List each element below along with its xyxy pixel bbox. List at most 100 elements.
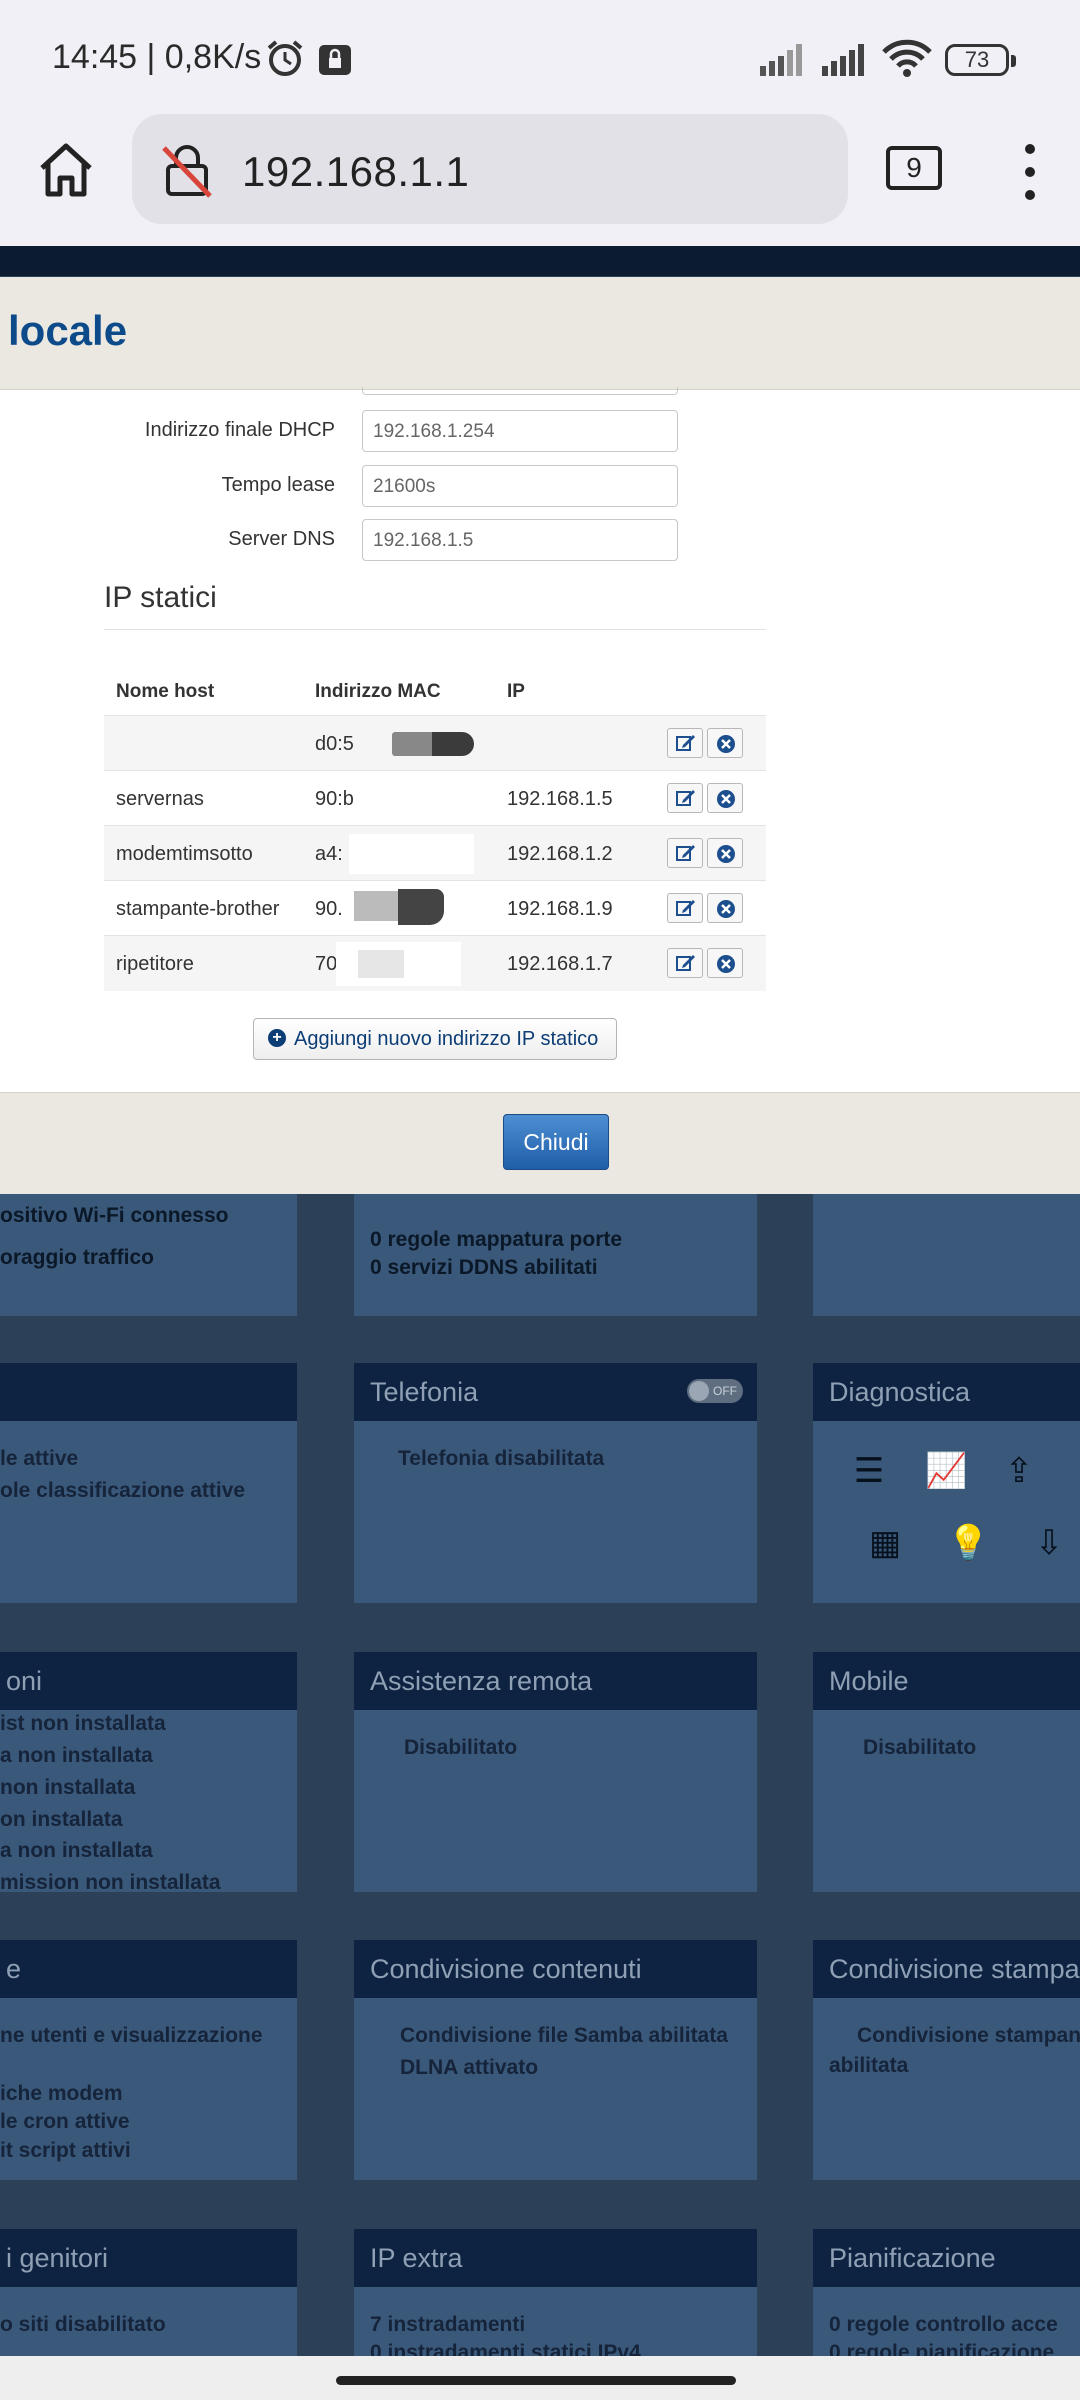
card-line: on installata xyxy=(0,1808,123,1831)
card-line: Condivisione stampant xyxy=(857,2024,1080,2047)
card-line: ositivo Wi-Fi connesso xyxy=(0,1204,229,1227)
cell-host: modemtimsotto xyxy=(116,843,253,865)
edit-button[interactable] xyxy=(667,893,703,923)
lease-time-label: Tempo lease xyxy=(221,474,335,496)
close-icon xyxy=(717,955,735,973)
list-icon: ☰ xyxy=(853,1452,885,1490)
card-gestione: e ne utenti e visualizzazione iche modem… xyxy=(0,1940,297,2180)
cell-mac: a4: xyxy=(315,843,343,865)
lease-time-input[interactable]: 21600s xyxy=(362,465,678,507)
cell-mac: 90:b xyxy=(315,788,354,810)
card-header: Condivisione stampan xyxy=(813,1940,1080,1998)
card-applicazioni: oni ist non installata a non installata … xyxy=(0,1652,297,1894)
lightbulb-icon: 💡 xyxy=(947,1524,990,1562)
card-ip-extra: IP extra 7 instradamenti 0 instradamenti… xyxy=(354,2229,757,2356)
card-line: oraggio traffico xyxy=(0,1246,155,1269)
add-static-ip-button[interactable]: + Aggiungi nuovo indirizzo IP statico xyxy=(253,1018,617,1060)
edit-button[interactable] xyxy=(667,728,703,758)
delete-button[interactable] xyxy=(707,838,743,868)
section-divider xyxy=(104,629,766,630)
edit-icon xyxy=(676,900,695,916)
cell-mac: 90. xyxy=(315,898,343,920)
download-icon: ⇩ xyxy=(1034,1524,1064,1562)
card-mobile: Mobile Disabilitato xyxy=(813,1652,1080,1892)
signal-icon xyxy=(822,44,864,76)
card-line: ole classificazione attive xyxy=(0,1479,246,1502)
card-line: 0 servizi DDNS abilitati xyxy=(370,1256,598,1279)
url-text[interactable]: 192.168.1.1 xyxy=(242,148,469,196)
table-row: stampante-brother 90. 192.168.1.9 xyxy=(104,880,766,936)
edit-button[interactable] xyxy=(667,948,703,978)
card-header: Mobile xyxy=(813,1652,1080,1710)
card-pianificazione: Pianificazione 0 regole controllo acce 0… xyxy=(813,2229,1080,2356)
close-icon xyxy=(717,900,735,918)
dns-server-input[interactable]: 192.168.1.5 xyxy=(362,519,678,561)
card-condivisione-contenuti: Condivisione contenuti Condivisione file… xyxy=(354,1940,757,2180)
edit-icon xyxy=(676,845,695,861)
redaction-mask xyxy=(354,885,474,931)
delete-button[interactable] xyxy=(707,893,743,923)
card-controllo-genitori: i genitori o siti disabilitato xyxy=(0,2229,297,2356)
cell-host: ripetitore xyxy=(116,953,194,975)
card-line: abilitata xyxy=(829,2054,909,2077)
card-line: Telefonia disabilitata xyxy=(398,1447,605,1470)
card-line: 0 regole pianificazione xyxy=(829,2341,1055,2356)
card-line: a non installata xyxy=(0,1744,153,1767)
home-icon[interactable] xyxy=(36,140,96,200)
card-header: Pianificazione xyxy=(813,2229,1080,2287)
card-line: mission non installata xyxy=(0,1871,221,1894)
status-bar: 14:45 | 0,8K/s 73 xyxy=(0,0,1080,110)
card-line: 0 instradamenti statici IPv4 xyxy=(370,2341,641,2356)
edit-button[interactable] xyxy=(667,838,703,868)
card-line: o siti disabilitato xyxy=(0,2313,166,2336)
field-row: Indirizzo finale DHCP 192.168.1.254 xyxy=(0,410,700,452)
delete-button[interactable] xyxy=(707,948,743,978)
card-line: 0 regole controllo acce xyxy=(829,2313,1058,2336)
insecure-lock-icon[interactable] xyxy=(160,144,214,198)
edit-icon xyxy=(676,735,695,751)
card-line: iche modem xyxy=(0,2082,123,2105)
field-row: Server DNS 192.168.1.5 xyxy=(0,519,700,561)
modal-dialog: locale Indirizzo finale DHCP 192.168.1.2… xyxy=(0,277,1080,1194)
home-gesture-handle[interactable] xyxy=(336,2376,736,2385)
lock-icon xyxy=(319,45,351,75)
close-icon xyxy=(717,845,735,863)
edit-icon xyxy=(676,955,695,971)
card-line: ne utenti e visualizzazione xyxy=(0,2024,263,2047)
card-telefonia: Telefonia OFF Telefonia disabilitata xyxy=(354,1363,757,1603)
redaction-mask xyxy=(336,942,461,986)
delete-button[interactable] xyxy=(707,783,743,813)
dhcp-end-label: Indirizzo finale DHCP xyxy=(144,419,335,441)
table-header-host: Nome host xyxy=(116,681,215,702)
signal-icon xyxy=(760,44,802,76)
redaction-mask xyxy=(349,834,474,874)
table-header-mac: Indirizzo MAC xyxy=(315,681,441,702)
delete-button[interactable] xyxy=(707,728,743,758)
table-row: servernas 90:b 192.168.1.5 xyxy=(104,770,766,826)
card-header: i genitori xyxy=(0,2229,297,2287)
plus-circle-icon: + xyxy=(268,1029,286,1047)
close-button[interactable]: Chiudi xyxy=(503,1114,609,1170)
dhcp-start-input[interactable] xyxy=(362,387,678,395)
cell-ip: 192.168.1.2 xyxy=(507,843,613,865)
cell-host: servernas xyxy=(116,788,204,810)
card-header: Diagnostica xyxy=(813,1363,1080,1421)
dhcp-end-input[interactable]: 192.168.1.254 xyxy=(362,410,678,452)
card-condivisione-stampanti: Condivisione stampan Condivisione stampa… xyxy=(813,1940,1080,2180)
card-qos: le attive ole classificazione attive xyxy=(0,1363,297,1603)
modal-header: locale xyxy=(0,277,1080,390)
menu-dots-icon[interactable] xyxy=(1024,144,1036,200)
cell-mac: d0:5 xyxy=(315,733,354,755)
cell-host: stampante-brother xyxy=(116,898,280,920)
cell-ip: 192.168.1.9 xyxy=(507,898,613,920)
battery-icon: 73 xyxy=(945,44,1016,76)
address-bar[interactable]: 192.168.1.1 xyxy=(132,114,848,224)
edit-button[interactable] xyxy=(667,783,703,813)
card-line: le attive xyxy=(0,1447,79,1470)
tab-switcher-button[interactable]: 9 xyxy=(886,146,942,190)
edit-icon xyxy=(676,790,695,806)
telefonia-toggle: OFF xyxy=(687,1379,743,1403)
card-line: non installata xyxy=(0,1776,136,1799)
card-header: Assistenza remota xyxy=(354,1652,757,1710)
modal-footer: Chiudi xyxy=(0,1092,1080,1194)
